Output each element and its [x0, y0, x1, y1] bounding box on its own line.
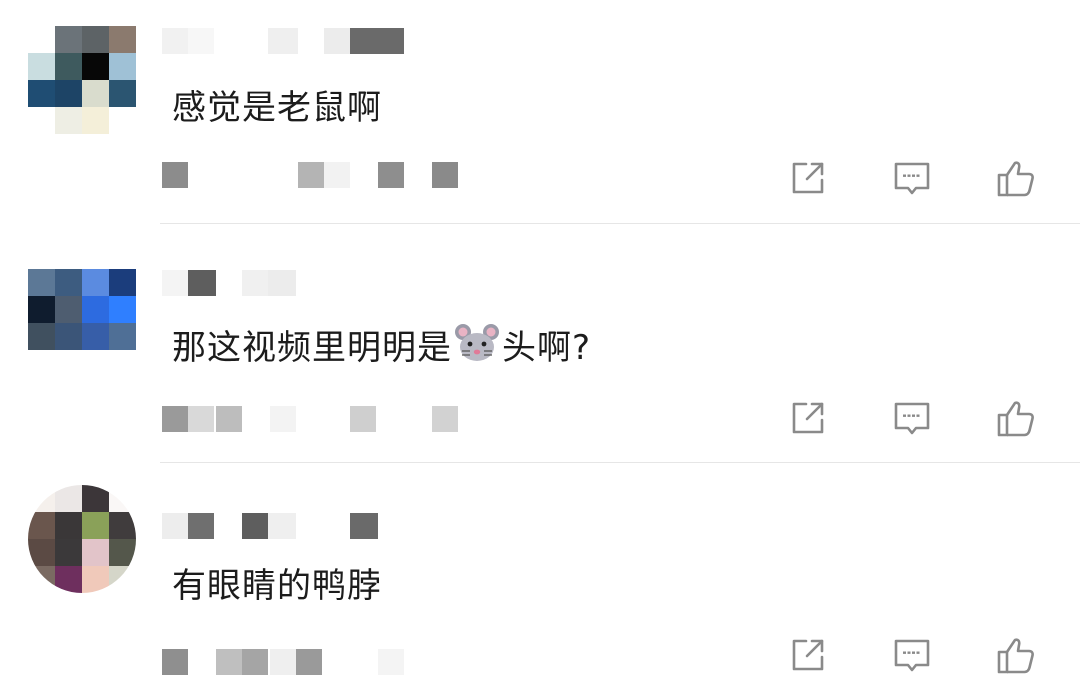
- comment-text-part: 感觉是老鼠啊: [172, 88, 382, 128]
- reply-button[interactable]: [890, 396, 934, 440]
- comment-item: 那这视频里明明是 头啊?: [0, 224, 1080, 462]
- reply-button[interactable]: [890, 156, 934, 200]
- avatar[interactable]: [28, 26, 136, 134]
- username-redacted[interactable]: [162, 270, 422, 298]
- thumbs-up-icon: [997, 161, 1034, 197]
- comment-actions: [786, 156, 1046, 200]
- avatar[interactable]: [28, 485, 136, 593]
- comment-text-part: 头啊?: [502, 328, 592, 368]
- comment-text-part: 那这视频里明明是: [172, 328, 452, 368]
- thumbs-up-icon: [997, 638, 1034, 674]
- comment-text: 有眼睛的鸭脖: [172, 558, 382, 607]
- share-icon: [792, 162, 824, 194]
- share-button[interactable]: [786, 633, 830, 677]
- thumbs-up-icon: [997, 401, 1034, 437]
- comment-icon: [894, 639, 930, 672]
- share-button[interactable]: [786, 396, 830, 440]
- comment-meta-redacted: [162, 649, 482, 675]
- mouse-face-emoji: [455, 324, 499, 361]
- like-button[interactable]: [994, 633, 1038, 677]
- avatar[interactable]: [28, 269, 136, 377]
- comment-text: 那这视频里明明是 头啊?: [172, 320, 591, 369]
- comment-meta-redacted: [162, 162, 482, 188]
- comment-meta-redacted: [162, 406, 482, 432]
- like-button[interactable]: [994, 396, 1038, 440]
- share-icon: [792, 402, 824, 434]
- comment-item: 有眼睛的鸭脖: [0, 463, 1080, 699]
- comment-actions: [786, 633, 1046, 677]
- share-button[interactable]: [786, 156, 830, 200]
- username-redacted[interactable]: [162, 513, 422, 541]
- username-redacted[interactable]: [162, 28, 422, 56]
- reply-button[interactable]: [890, 633, 934, 677]
- share-icon: [792, 639, 824, 671]
- comment-item: 感觉是老鼠啊: [0, 0, 1080, 224]
- comment-text-part: 有眼睛的鸭脖: [172, 566, 382, 606]
- comment-text: 感觉是老鼠啊: [172, 80, 382, 129]
- comment-icon: [894, 402, 930, 435]
- comment-icon: [894, 162, 930, 195]
- like-button[interactable]: [994, 156, 1038, 200]
- comment-actions: [786, 396, 1046, 440]
